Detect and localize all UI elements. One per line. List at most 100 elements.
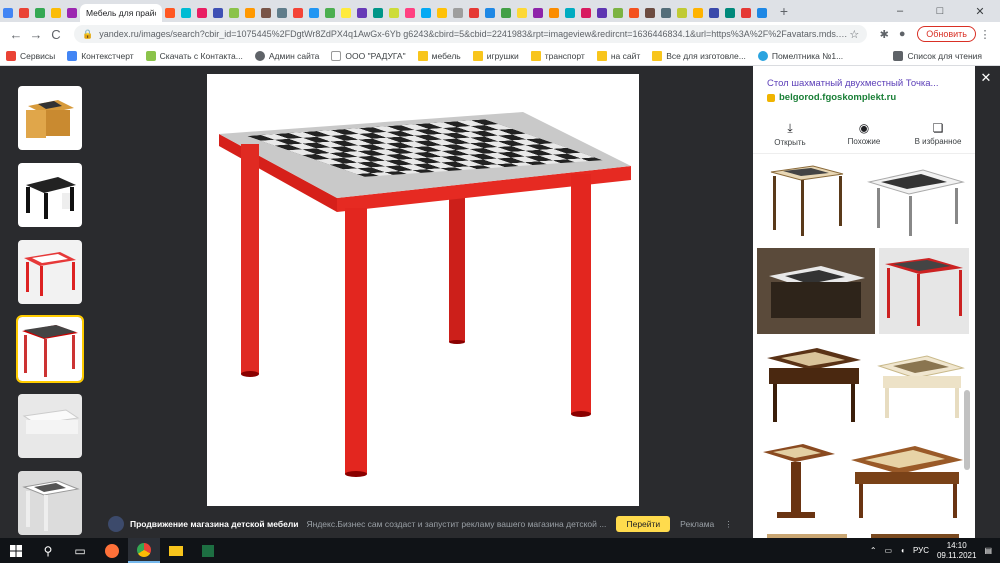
bookmark-folder-toys[interactable]: игрушки (472, 50, 519, 61)
tab-favicon[interactable] (226, 4, 242, 22)
thumbnail-image[interactable] (18, 240, 82, 304)
tab-favicon[interactable] (594, 4, 610, 22)
tab-favicon[interactable] (258, 4, 274, 22)
ad-go-button[interactable]: Перейти (616, 516, 671, 532)
bookmark-folder-mebel[interactable]: мебель (417, 50, 461, 61)
bookmark-kontekst[interactable]: Контекстчерт (67, 50, 134, 61)
tab-favicon[interactable] (32, 4, 48, 22)
minimize-button[interactable]: – (880, 0, 920, 22)
tab-favicon[interactable] (0, 4, 16, 22)
similar-image[interactable] (861, 158, 969, 244)
tab-favicon[interactable] (482, 4, 498, 22)
tab-favicon[interactable] (194, 4, 210, 22)
tab-favicon[interactable] (306, 4, 322, 22)
tab-favicon[interactable] (450, 4, 466, 22)
network-icon[interactable]: ▭ (885, 546, 893, 555)
file-explorer-icon[interactable] (160, 538, 192, 563)
chrome-icon[interactable] (128, 538, 160, 563)
tab-favicon[interactable] (242, 4, 258, 22)
thumbnail-image[interactable] (18, 163, 82, 227)
tab-favicon[interactable] (48, 4, 64, 22)
bookmark-folder-site[interactable]: на сайт (596, 50, 640, 61)
tab-favicon[interactable] (626, 4, 642, 22)
bookmark-download-vk[interactable]: Скачать с Контакта... (145, 50, 243, 61)
task-view-icon[interactable]: ▭ (64, 538, 96, 563)
tab-favicon[interactable] (402, 4, 418, 22)
panel-scrollbar[interactable] (964, 90, 970, 530)
favorite-button[interactable]: ❏ В избранное (903, 114, 973, 153)
tab-favicon[interactable] (514, 4, 530, 22)
ad-title[interactable]: Продвижение магазина детской мебели (130, 519, 298, 529)
extensions-icon[interactable]: ✱ (875, 25, 893, 43)
tab-favicon[interactable] (354, 4, 370, 22)
tab-favicon[interactable] (546, 4, 562, 22)
tab-favicon[interactable] (418, 4, 434, 22)
similar-image[interactable] (757, 340, 867, 432)
tab-favicon[interactable] (370, 4, 386, 22)
maximize-button[interactable]: □ (920, 0, 960, 22)
search-icon[interactable]: ⚲ (32, 538, 64, 563)
firefox-icon[interactable] (96, 538, 128, 563)
similar-image[interactable] (757, 158, 857, 244)
forward-button[interactable]: → (26, 24, 46, 44)
tab-favicon[interactable] (722, 4, 738, 22)
update-button[interactable]: Обновить (917, 26, 976, 42)
reading-list[interactable]: Список для чтения (893, 50, 982, 61)
tab-favicon[interactable] (338, 4, 354, 22)
similar-image[interactable] (757, 436, 841, 526)
bookmark-helper[interactable]: Помелтника №1... (757, 50, 843, 61)
tab-favicon[interactable] (16, 4, 32, 22)
language-indicator[interactable]: РУС (913, 546, 929, 555)
image-title-link[interactable]: Стол шахматный двухместный Точка... (767, 78, 967, 89)
similar-image[interactable] (879, 248, 969, 334)
start-button[interactable] (0, 538, 32, 563)
similar-image[interactable] (757, 530, 857, 538)
new-tab-button[interactable]: + (776, 3, 792, 19)
tab-favicon[interactable] (642, 4, 658, 22)
close-window-button[interactable]: ✕ (960, 0, 1000, 22)
main-image[interactable] (207, 74, 639, 506)
tab-favicon[interactable] (274, 4, 290, 22)
more-icon[interactable]: ⋮ (724, 519, 733, 530)
bookmark-raduga[interactable]: ООО "РАДУГА" (331, 50, 406, 61)
tab-favicon[interactable] (562, 4, 578, 22)
close-viewer-icon[interactable]: ✕ (978, 70, 994, 86)
notifications-icon[interactable]: ▤ (984, 546, 992, 555)
bookmark-folder-make[interactable]: Все для изготовле... (652, 50, 746, 61)
similar-image[interactable] (871, 340, 969, 432)
profile-icon[interactable]: ● (893, 25, 911, 43)
tab-favicon[interactable] (210, 4, 226, 22)
similar-image[interactable] (757, 248, 875, 334)
tab-favicon[interactable] (610, 4, 626, 22)
tab-favicon[interactable] (386, 4, 402, 22)
tab-favicon[interactable] (530, 4, 546, 22)
back-button[interactable]: ← (6, 24, 26, 44)
reload-button[interactable]: C (46, 24, 66, 44)
volume-icon[interactable]: ◖ (900, 546, 905, 555)
chevron-up-icon[interactable]: ⌃ (870, 546, 877, 555)
tab-favicon[interactable] (578, 4, 594, 22)
tab-favicon[interactable] (754, 4, 770, 22)
tab-favicon[interactable] (322, 4, 338, 22)
address-bar[interactable]: 🔒 yandex.ru/images/search?cbir_id=107544… (74, 25, 868, 43)
bookmark-folder-transport[interactable]: транспорт (530, 50, 585, 61)
tab-favicon[interactable] (690, 4, 706, 22)
tab-favicon[interactable] (658, 4, 674, 22)
tab-favicon[interactable] (498, 4, 514, 22)
tab-favicon[interactable] (162, 4, 178, 22)
tab-favicon[interactable] (466, 4, 482, 22)
tab-favicon[interactable] (738, 4, 754, 22)
menu-icon[interactable]: ⋮ (976, 25, 994, 43)
bookmark-services[interactable]: Сервисы (6, 50, 55, 61)
bookmark-star-icon[interactable]: ☆ (849, 28, 859, 41)
thumbnail-image[interactable] (18, 471, 82, 535)
similar-image[interactable] (845, 436, 969, 526)
bookmark-admin[interactable]: Админ сайта (254, 50, 319, 61)
tab-active[interactable]: Мебель для прайса (80, 4, 162, 22)
clock[interactable]: 14:10 09.11.2021 (937, 541, 976, 561)
similar-image[interactable] (861, 530, 969, 538)
tab-favicon[interactable] (178, 4, 194, 22)
tab-favicon[interactable] (434, 4, 450, 22)
thumbnail-image[interactable] (18, 86, 82, 150)
thumbnail-image[interactable] (18, 394, 82, 458)
